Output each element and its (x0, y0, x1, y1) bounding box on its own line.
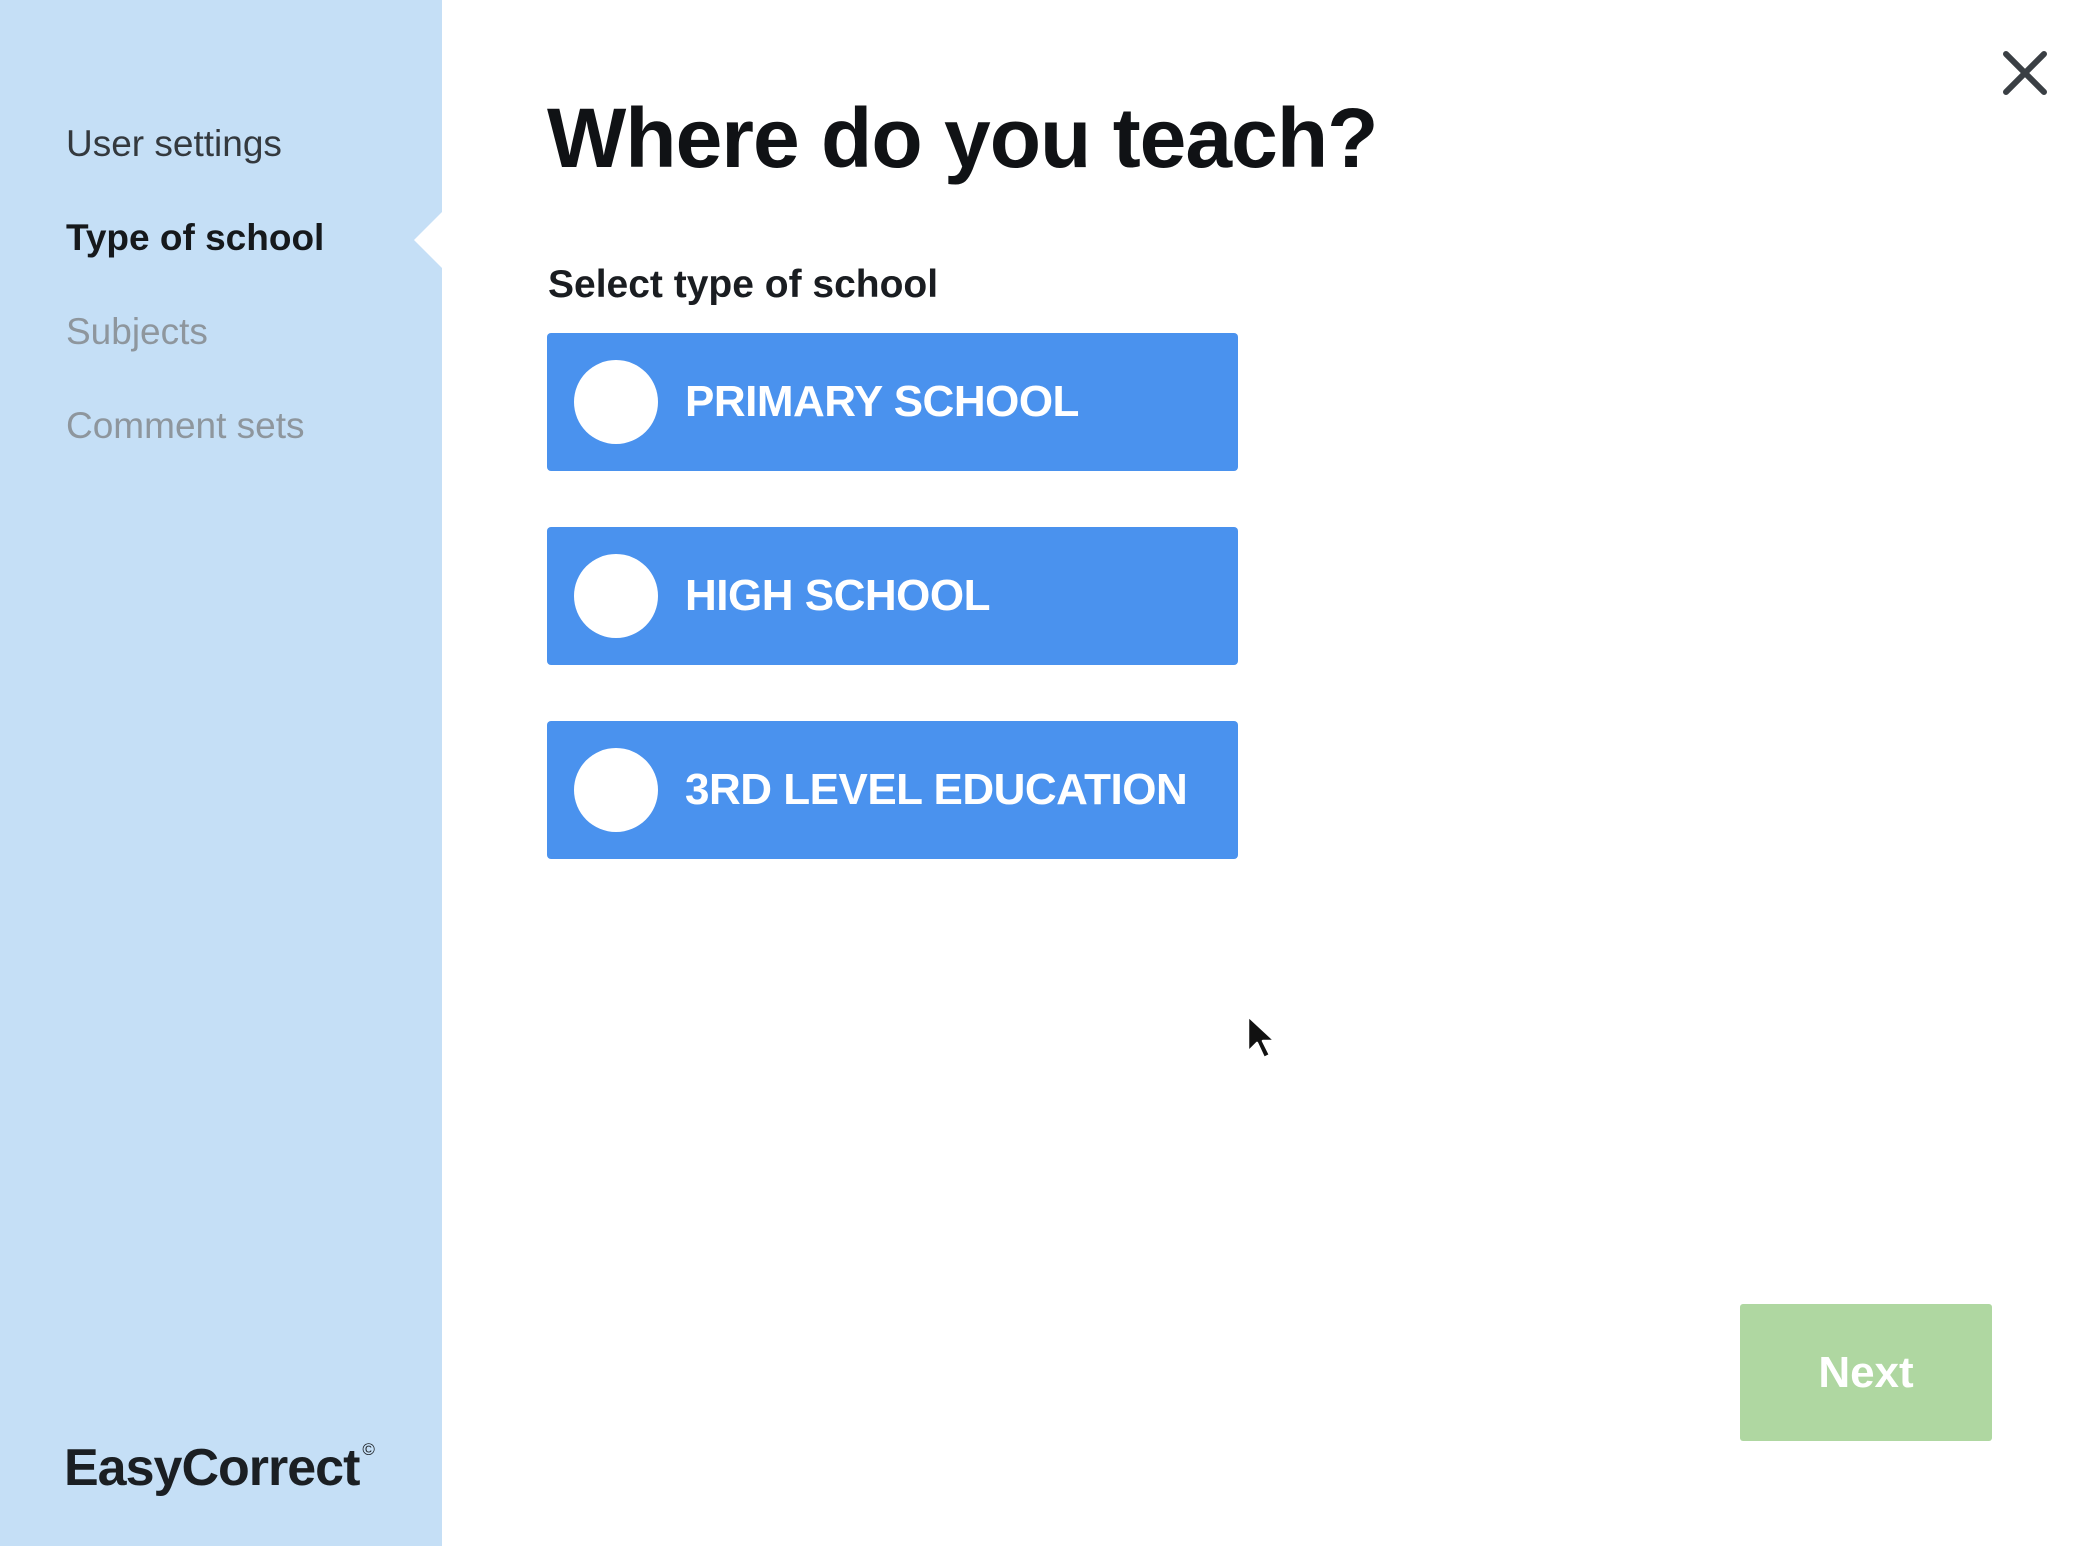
option-high-school[interactable]: HIGH SCHOOL (547, 527, 1238, 665)
option-label: 3RD LEVEL EDUCATION (685, 765, 1188, 814)
option-label: HIGH SCHOOL (685, 571, 990, 620)
nav-item-user-settings[interactable]: User settings (66, 118, 324, 212)
brand-logo: EasyCorrect © (64, 1438, 375, 1498)
brand-copyright-mark: © (362, 1440, 374, 1459)
nav-item-subjects[interactable]: Subjects (66, 306, 324, 400)
brand-name: EasyCorrect (64, 1439, 360, 1497)
nav-item-comment-sets[interactable]: Comment sets (66, 400, 324, 494)
radio-circle-icon (574, 360, 658, 444)
radio-circle-icon (574, 748, 658, 832)
option-label: PRIMARY SCHOOL (685, 377, 1079, 426)
sidebar: User settings Type of school Subjects Co… (0, 0, 442, 1546)
radio-circle-icon (574, 554, 658, 638)
setup-steps-nav: User settings Type of school Subjects Co… (66, 118, 324, 494)
close-icon (2003, 51, 2047, 95)
active-step-pointer (414, 212, 442, 268)
next-button[interactable]: Next (1740, 1304, 1992, 1441)
close-button[interactable] (1998, 46, 2052, 100)
option-primary-school[interactable]: PRIMARY SCHOOL (547, 333, 1238, 471)
option-3rd-level-education[interactable]: 3RD LEVEL EDUCATION (547, 721, 1238, 859)
select-school-type-label: Select type of school (548, 263, 939, 306)
mouse-cursor-icon (1246, 1014, 1277, 1060)
nav-item-type-of-school[interactable]: Type of school (66, 212, 324, 306)
page-title: Where do you teach? (547, 91, 1378, 185)
